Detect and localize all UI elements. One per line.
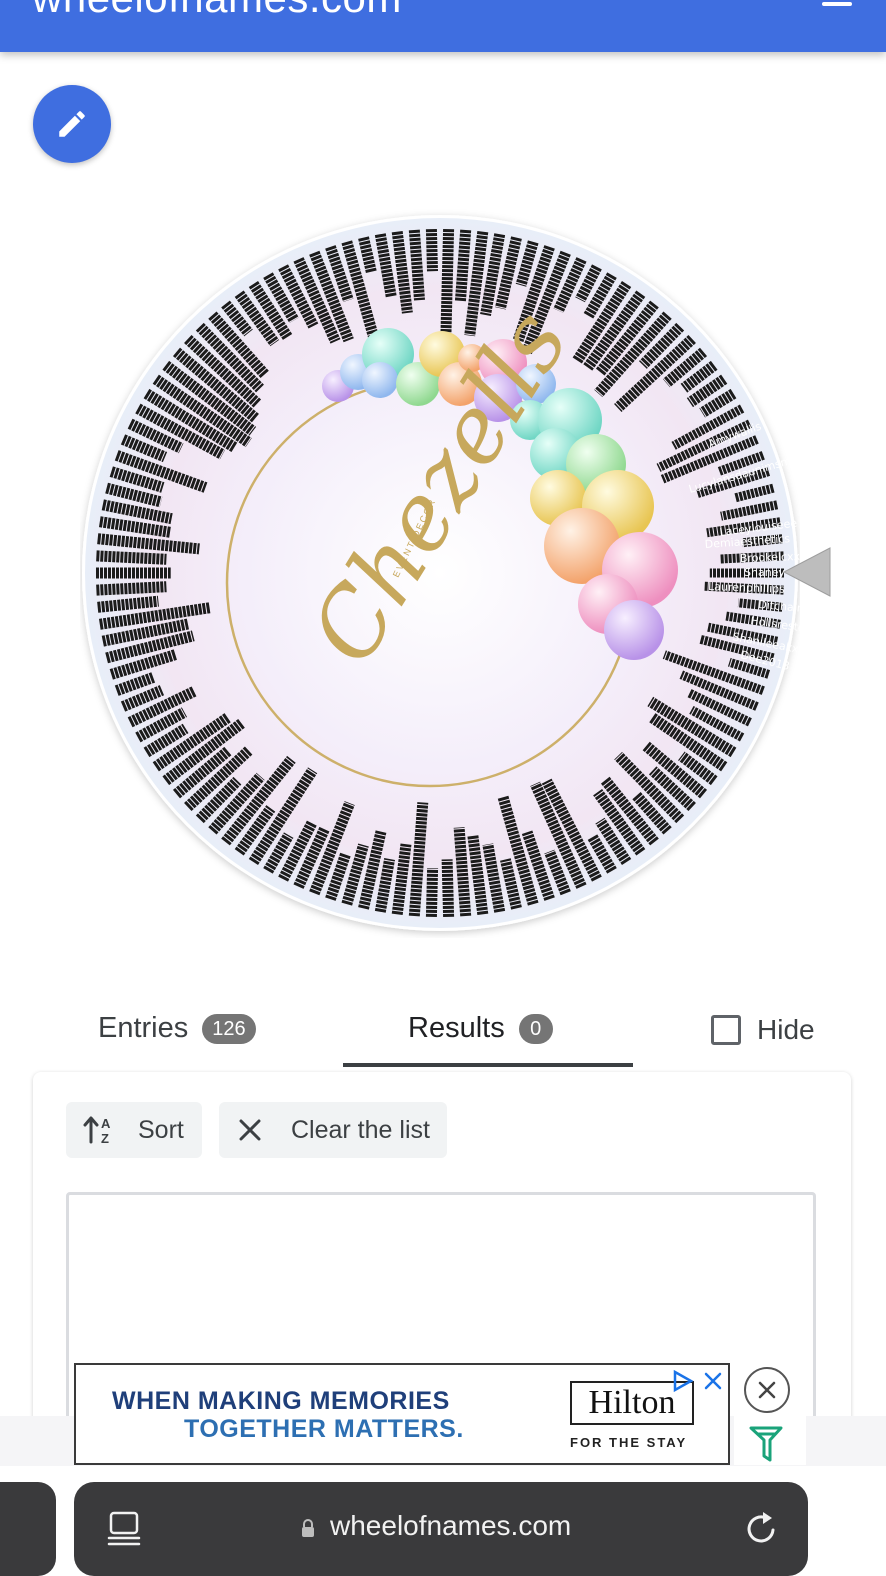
wheel-name: Shaney xyxy=(744,566,785,579)
wheel-segment-label xyxy=(440,228,455,344)
url-text[interactable]: wheelofnames.com xyxy=(330,1510,571,1542)
entries-count-badge: 126 xyxy=(202,1013,256,1044)
wheel-segment-label xyxy=(441,859,455,918)
ad-headline-line2: TOGETHER MATTERS. xyxy=(184,1415,464,1443)
ad-headline-line1: WHEN MAKING MEMORIES xyxy=(112,1387,450,1415)
pencil-icon xyxy=(59,111,85,137)
dismiss-ad-button[interactable] xyxy=(744,1367,790,1413)
clear-list-label: Clear the list xyxy=(291,1115,430,1144)
reload-icon[interactable] xyxy=(744,1510,780,1548)
hide-toggle[interactable]: Hide xyxy=(711,1014,815,1046)
sort-label: Sort xyxy=(138,1115,184,1144)
hamburger-menu-icon[interactable] xyxy=(822,0,852,20)
active-tab-indicator xyxy=(343,1063,633,1067)
page-menu-icon[interactable] xyxy=(106,1510,142,1548)
wheel-segment-label xyxy=(358,236,377,274)
browser-prev-tab[interactable] xyxy=(0,1482,56,1576)
ad-tagline: FOR THE STAY xyxy=(570,1435,688,1450)
lock-icon xyxy=(302,1519,314,1537)
sort-button[interactable]: A Z Sort xyxy=(66,1102,202,1158)
svg-text:A: A xyxy=(101,1116,111,1131)
tab-entries[interactable]: Entries 126 xyxy=(98,1012,256,1045)
wheel-pointer-icon xyxy=(782,547,831,597)
close-icon xyxy=(239,1119,261,1141)
ad-network-logo-icon xyxy=(749,1426,783,1462)
results-count-badge: 0 xyxy=(518,1013,553,1044)
hilton-ad-banner[interactable]: WHEN MAKING MEMORIES TOGETHER MATTERS. H… xyxy=(74,1363,730,1465)
sort-az-icon: A Z xyxy=(83,1116,111,1146)
close-icon xyxy=(758,1381,776,1399)
wheel-name: Laurenphillips xyxy=(708,580,785,596)
svg-text:Z: Z xyxy=(101,1131,109,1146)
hide-label: Hide xyxy=(757,1014,815,1045)
tab-entries-label: Entries xyxy=(98,1012,189,1044)
tab-results[interactable]: Results 0 xyxy=(408,1012,553,1045)
ad-headline: WHEN MAKING MEMORIES TOGETHER MATTERS. xyxy=(112,1387,464,1443)
hide-checkbox[interactable] xyxy=(711,1015,741,1045)
app-bar: wheelofnames.com xyxy=(0,0,886,52)
clear-list-button[interactable]: Clear the list xyxy=(219,1102,447,1158)
adchoices-icon[interactable] xyxy=(670,1369,696,1393)
tab-results-label: Results xyxy=(408,1012,505,1044)
app-title[interactable]: wheelofnames.com xyxy=(32,0,402,22)
wheel-graphic[interactable]: Chezells EVENT DECOR Amywallis Lucylansd… xyxy=(80,208,800,938)
name-wheel[interactable]: Chezells EVENT DECOR Amywallis Lucylansd… xyxy=(80,208,800,938)
edit-entries-button[interactable] xyxy=(33,85,111,163)
ad-close-x-icon[interactable] xyxy=(702,1370,724,1392)
